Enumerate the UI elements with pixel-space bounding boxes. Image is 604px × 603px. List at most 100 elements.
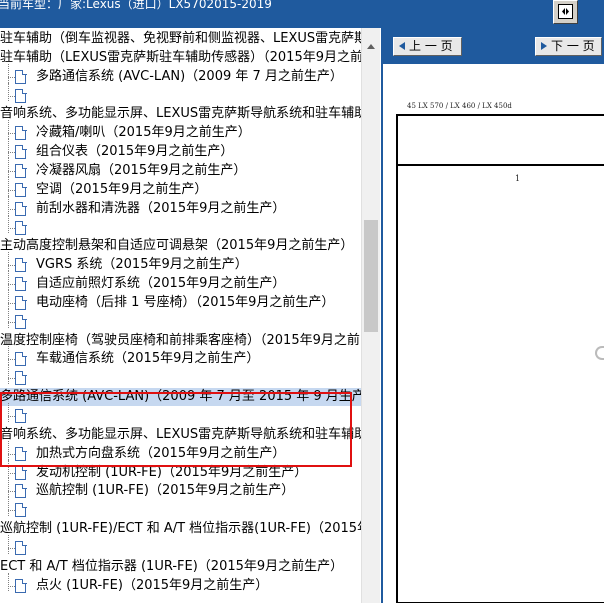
tree-item-document[interactable]: 巡航控制 (1UR-FE)（2015年9月之前生产） xyxy=(36,482,294,500)
tree-scrollbar[interactable] xyxy=(361,28,380,603)
scroll-up-icon[interactable] xyxy=(362,38,380,56)
tree-connector xyxy=(8,271,9,290)
tree-item-folder[interactable]: 温度控制座椅（驾驶员座椅和前排乘客座椅）（2015年9月之前 xyxy=(0,332,360,350)
tree-connector xyxy=(8,63,9,83)
tree-connector xyxy=(8,472,15,474)
tree-item-label: 车载通信系统（2015年9月之前生产） xyxy=(36,351,260,367)
tree-item-label: VGRS 系统（2015年9月之前生产） xyxy=(36,257,248,273)
document-icon xyxy=(15,88,27,103)
tree-connector xyxy=(8,416,15,417)
tree-connector xyxy=(8,453,15,455)
document-icon xyxy=(15,126,27,141)
tree-item-label: 冷藏箱/喇叭（2015年9月之前生产） xyxy=(36,125,251,141)
tree-item-folder[interactable]: 驻车辅助（倒车监视器、免视野前和侧监视器、LEXUS雷克萨斯 xyxy=(0,30,361,48)
tree-item-folder[interactable]: 音响系统、多功能显示屏、LEXUS雷克萨斯导航系统和驻车辅助 xyxy=(0,426,361,444)
tree-item-document[interactable]: 冷凝器风扇（2015年9月之前生产） xyxy=(36,162,246,180)
next-page-label: 下 一 页 xyxy=(551,39,595,53)
tree-item-label: ECT 和 A/T 档位指示器 (1UR-FE)（2015年9月之前生产） xyxy=(0,558,344,574)
tree-connector xyxy=(8,585,15,587)
tree-connector xyxy=(8,176,9,196)
tree-connector xyxy=(8,120,9,140)
doc-frame xyxy=(396,114,604,603)
document-icon xyxy=(15,145,27,160)
tree-connector xyxy=(8,76,15,78)
tree-item-folder[interactable]: 多路通信系统 (AVC-LAN)（2009 年 7 月至 2015 年 9 月生… xyxy=(0,388,361,407)
tree-connector xyxy=(8,289,9,309)
tree-item-label: 前刮水器和清洗器（2015年9月之前生产） xyxy=(36,200,286,216)
tree-connector xyxy=(8,478,9,498)
tree-connector xyxy=(8,534,9,554)
scroll-thumb[interactable] xyxy=(364,220,378,332)
tree-connector xyxy=(8,572,9,592)
tree-item-document[interactable]: 加热式方向盘系统（2015年9月之前生产） xyxy=(36,445,285,463)
tree-connector xyxy=(8,547,15,549)
tree-item-label: 巡航控制 (1UR-FE)（2015年9月之前生产） xyxy=(36,483,295,499)
tree-item-document[interactable]: 自适应前照灯系统（2015年9月之前生产） xyxy=(36,275,285,293)
tree-connector xyxy=(8,170,15,172)
tree-connector xyxy=(8,365,9,385)
tree-item-document[interactable]: VGRS 系统（2015年9月之前生产） xyxy=(36,256,248,274)
tree-item-document[interactable]: 空调（2015年9月之前生产） xyxy=(36,181,207,199)
tree-item-document[interactable]: 电动座椅（后排 1 号座椅）（2015年9月之前生产） xyxy=(36,294,334,312)
document-icon xyxy=(15,295,27,310)
prev-page-button[interactable]: 上 一 页 xyxy=(393,37,462,56)
tree-connector xyxy=(8,359,15,361)
tree-item-document[interactable]: 前刮水器和清洗器（2015年9月之前生产） xyxy=(36,200,285,218)
tree-connector xyxy=(8,459,9,479)
document-tree[interactable]: 驻车辅助（倒车监视器、免视野前和侧监视器、LEXUS雷克萨斯 驻车辅助（LEXUS… xyxy=(0,28,361,603)
tree-connector xyxy=(8,189,15,191)
tree-item-label: 音响系统、多功能显示屏、LEXUS雷克萨斯导航系统和驻车辅助 xyxy=(0,106,361,122)
tree-connector xyxy=(8,214,9,234)
tree-item-label: 驻车辅助（倒车监视器、免视野前和侧监视器、LEXUS雷克萨斯 xyxy=(0,31,361,46)
tree-item-label: 空调（2015年9月之前生产） xyxy=(36,181,208,197)
next-page-button[interactable]: 下 一 页 xyxy=(535,37,602,56)
document-icon xyxy=(15,182,27,197)
tree-item-label: 巡航控制 (1UR-FE)/ECT 和 A/T 档位指示器(1UR-FE)（20… xyxy=(0,521,361,537)
tree-item-document[interactable]: 点火 (1UR-FE)（2015年9月之前生产） xyxy=(36,577,268,595)
doc-header: 45 LX 570 / LX 460 / LX 450d xyxy=(407,102,512,110)
tree-item-label: 点火 (1UR-FE)（2015年9月之前生产） xyxy=(36,577,269,593)
tree-item-label: 加热式方向盘系统（2015年9月之前生产） xyxy=(36,445,286,461)
tree-item-document[interactable]: 组合仪表（2015年9月之前生产） xyxy=(36,143,233,161)
tree-item-label: 电动座椅（后排 1 号座椅）（2015年9月之前生产） xyxy=(36,294,335,310)
tree-item-label: 温度控制座椅（驾驶员座椅和前排乘客座椅）（2015年9月之前 xyxy=(0,332,360,348)
edge-arc-icon xyxy=(595,346,604,360)
document-icon xyxy=(15,484,27,499)
document-icon xyxy=(15,201,27,216)
tree-connector xyxy=(8,95,15,97)
document-icon xyxy=(15,446,27,461)
tree-item-folder[interactable]: 驻车辅助（LEXUS雷克萨斯驻车辅助传感器）（2015年9月之前 xyxy=(0,49,361,67)
tree-connector xyxy=(8,195,9,215)
prev-page-icon xyxy=(399,42,405,50)
doc-divider xyxy=(396,164,604,166)
tree-item-folder[interactable]: ECT 和 A/T 档位指示器 (1UR-FE)（2015年9月之前生产） xyxy=(0,558,343,576)
tree-item-folder[interactable]: 音响系统、多功能显示屏、LEXUS雷克萨斯导航系统和驻车辅助 xyxy=(0,105,361,123)
tree-item-label: 音响系统、多功能显示屏、LEXUS雷克萨斯导航系统和驻车辅助 xyxy=(0,426,361,442)
panel-toggle-button[interactable] xyxy=(553,0,578,24)
tree-item-folder[interactable]: 巡航控制 (1UR-FE)/ECT 和 A/T 档位指示器(1UR-FE)（20… xyxy=(0,520,361,538)
tree-item-document[interactable]: 车载通信系统（2015年9月之前生产） xyxy=(36,350,259,368)
tree-item-label: 主动高度控制悬架和自适应可调悬架（2015年9月之前生产） xyxy=(0,238,354,254)
document-icon xyxy=(15,163,27,178)
tree-item-document[interactable]: 发动机控制 (1UR-FE)（2015年9月之前生产） xyxy=(36,464,307,482)
document-icon xyxy=(15,258,27,273)
tree-connector xyxy=(8,227,15,229)
tree-connector xyxy=(8,510,15,512)
document-icon xyxy=(15,503,27,518)
tree-item-label: 驻车辅助（LEXUS雷克萨斯驻车辅助传感器）（2015年9月之前 xyxy=(0,49,361,65)
tree-item-folder[interactable]: 主动高度控制悬架和自适应可调悬架（2015年9月之前生产） xyxy=(0,237,353,255)
tree-connector xyxy=(8,302,15,304)
tree-connector xyxy=(8,82,9,102)
tree-connector xyxy=(8,346,9,366)
tree-item-label: 发动机控制 (1UR-FE)（2015年9月之前生产） xyxy=(36,464,308,480)
doc-page-number: 1 xyxy=(515,174,521,183)
tree-connector xyxy=(8,497,9,517)
tree-item-document[interactable]: 冷藏箱/喇叭（2015年9月之前生产） xyxy=(36,124,251,142)
next-page-icon xyxy=(541,42,547,50)
tree-item-document[interactable]: 多路通信系统 (AVC-LAN)（2009 年 7 月之前生产） xyxy=(36,68,343,86)
document-icon xyxy=(15,69,27,84)
document-icon xyxy=(15,220,27,235)
document-icon xyxy=(15,465,27,480)
tree-item-label: 冷凝器风扇（2015年9月之前生产） xyxy=(36,162,247,178)
window-title: 当前车型：厂家:Lexus（进口）LX5702015-2019 xyxy=(0,0,272,11)
